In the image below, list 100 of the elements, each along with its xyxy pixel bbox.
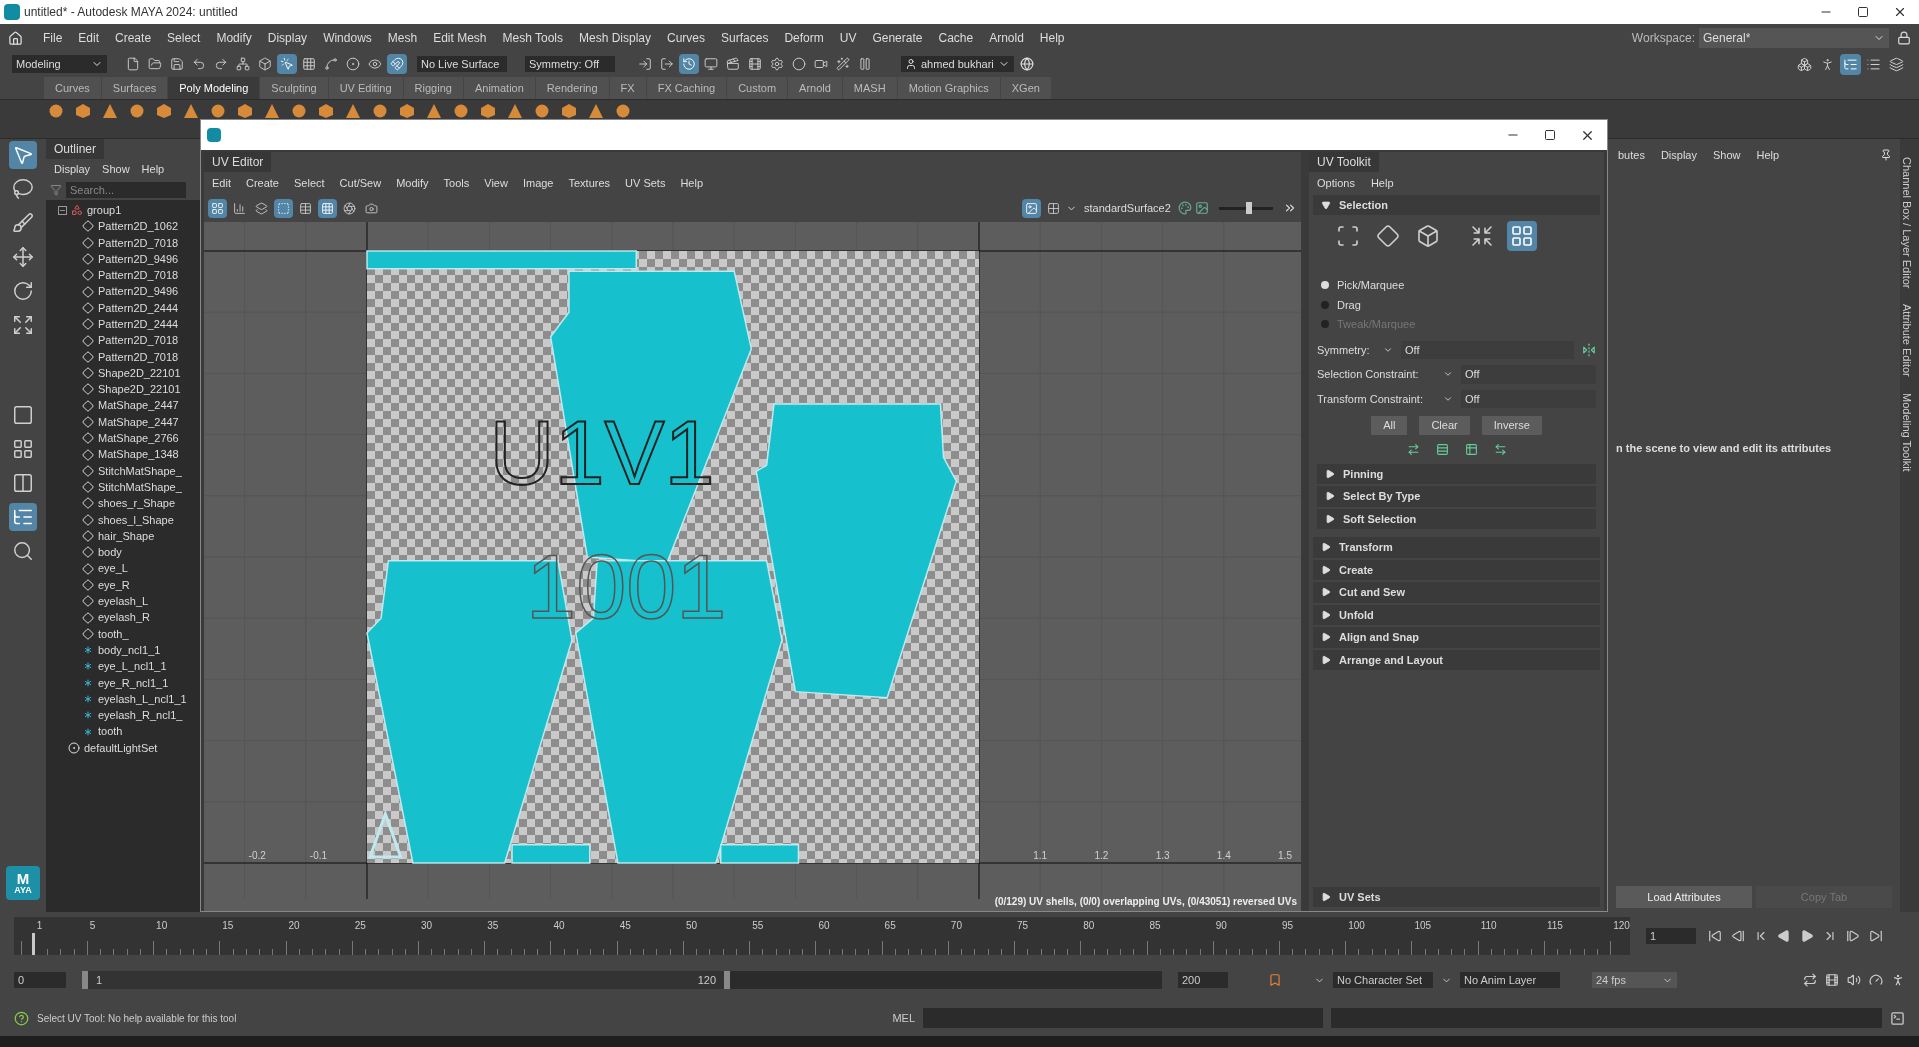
tree-item[interactable]: shoes_r_Shape [98, 495, 176, 512]
menu-item[interactable]: Help [1756, 147, 1780, 164]
menu-item[interactable]: Image [522, 174, 554, 192]
side-tab[interactable]: Modeling Toolkit [1900, 393, 1919, 472]
start-frame-field[interactable]: 0 [14, 971, 66, 989]
tree-item[interactable]: eye_L [98, 560, 128, 577]
menu-item[interactable]: Help [1370, 175, 1394, 192]
character-set-dropdown[interactable]: No Character Set [1333, 971, 1433, 989]
menu-item[interactable]: Mesh [379, 29, 426, 47]
dropdown-field[interactable]: Off [1461, 389, 1596, 408]
shelf-tab[interactable]: Surfaces [101, 76, 168, 99]
shelf-tab[interactable]: Sculpting [260, 76, 328, 99]
shelf-tab[interactable]: Motion Graphics [897, 76, 1000, 99]
shelf-tab[interactable]: Rendering [535, 76, 609, 99]
shelf-tab[interactable]: Custom [727, 76, 788, 99]
menu-item[interactable]: Help [141, 161, 165, 178]
shelf-tab[interactable]: Arnold [788, 76, 842, 99]
section-header[interactable]: Cut and Sew [1313, 582, 1600, 603]
section-header[interactable]: Soft Selection [1317, 508, 1596, 529]
menu-item[interactable]: Help [680, 174, 704, 192]
tree-item[interactable]: eyelash_L [98, 593, 149, 610]
menu-item[interactable]: Mesh Display [571, 29, 660, 47]
menu-item[interactable]: butes [1618, 147, 1645, 164]
tree-item[interactable]: MatShape_2447 [98, 413, 179, 431]
shelf-tab[interactable]: Animation [463, 76, 535, 99]
tree-item[interactable]: body_ncl1_1 [98, 641, 161, 659]
menu-item[interactable]: UV Sets [625, 174, 666, 192]
menu-item[interactable]: Generate [864, 29, 931, 47]
shelf-tab[interactable]: UV Editing [328, 76, 403, 99]
tree-item[interactable]: defaultLightSet [84, 739, 158, 757]
panel-tab[interactable]: UV Toolkit [1309, 152, 1379, 172]
tree-item[interactable]: eye_R [98, 576, 130, 594]
tree-item[interactable]: Pattern2D_7018 [98, 332, 179, 349]
panel-button[interactable]: Load Attributes [1616, 885, 1752, 908]
side-tab[interactable]: Channel Box / Layer Editor [1900, 157, 1919, 289]
tree-item[interactable]: StitchMatShape_ [98, 478, 182, 496]
section-header[interactable]: Selection [1313, 194, 1600, 215]
menu-item[interactable]: Modify [208, 29, 260, 47]
menu-item[interactable]: UV [831, 29, 865, 47]
shelf-tab[interactable]: MASH [842, 76, 897, 99]
section-header[interactable]: Create [1313, 559, 1600, 580]
tree-item[interactable]: Pattern2D_9496 [98, 283, 179, 300]
menu-item[interactable]: Mesh Tools [494, 29, 571, 47]
anim-layer-dropdown[interactable]: No Anim Layer [1460, 971, 1560, 989]
tree-item[interactable]: Pattern2D_2444 [98, 316, 179, 333]
menu-item[interactable]: Cache [930, 29, 982, 47]
tree-item[interactable]: Pattern2D_7018 [98, 348, 179, 366]
user-dropdown[interactable]: ahmed bukhari [901, 55, 1014, 73]
section-header[interactable]: UV Sets [1313, 886, 1600, 907]
section-header[interactable]: Select By Type [1317, 486, 1596, 507]
tree-item[interactable]: group1 [87, 201, 122, 219]
search-field[interactable]: Search... [66, 181, 186, 198]
menu-item[interactable]: Select [159, 29, 209, 47]
menu-item[interactable]: Display [1660, 147, 1697, 164]
symmetry-field[interactable]: Symmetry: Off [525, 55, 615, 73]
command-language-label[interactable]: MEL [892, 1009, 915, 1027]
section-header[interactable]: Pinning [1317, 463, 1596, 484]
tree-item[interactable]: MatShape_2447 [98, 397, 179, 414]
tree-item[interactable]: eyelash_R [98, 609, 150, 626]
range-fill[interactable]: 1 120 [82, 971, 730, 989]
side-tab[interactable]: Attribute Editor [1900, 304, 1919, 378]
tree-item[interactable]: eyelash_R_ncl1_ [98, 707, 183, 724]
tree-item[interactable]: eyelash_L_ncl1_1 [98, 690, 187, 708]
menu-item[interactable]: Help [1031, 29, 1073, 47]
tree-item[interactable]: eye_L_ncl1_1 [98, 658, 167, 675]
shelf-tab[interactable]: Poly Modeling [168, 76, 260, 99]
tree-item[interactable]: tooth [98, 723, 123, 740]
menu-item[interactable]: Show [1713, 147, 1741, 164]
range-slider[interactable]: 1 120 [82, 971, 1162, 989]
menu-item[interactable]: View [484, 174, 508, 192]
mode-dropdown[interactable]: Modeling [12, 54, 107, 74]
menu-item[interactable]: Select [294, 174, 325, 192]
shelf-tab[interactable]: Rigging [403, 76, 463, 99]
menu-item[interactable]: Textures [568, 174, 611, 192]
shelf-tab[interactable]: Curves [44, 76, 101, 99]
menu-item[interactable]: Windows [315, 29, 380, 47]
tree-item[interactable]: StitchMatShape_ [98, 462, 182, 480]
menu-item[interactable]: Edit Mesh [425, 29, 495, 47]
menu-item[interactable]: Modify [396, 174, 429, 192]
panel-tab[interactable]: UV Editor [204, 152, 272, 172]
tree-item[interactable]: hair_Shape [98, 527, 155, 545]
fps-dropdown[interactable]: 24 fps [1592, 971, 1677, 989]
select-button[interactable]: All [1371, 416, 1408, 435]
tree-item[interactable]: Shape2D_22101 [98, 364, 181, 382]
section-header[interactable]: Align and Snap [1313, 627, 1600, 648]
menu-item[interactable]: Cut/Sew [339, 174, 382, 192]
dropdown-field[interactable]: Off [1401, 340, 1574, 359]
section-header[interactable]: Unfold [1313, 604, 1600, 625]
live-surface-field[interactable]: No Live Surface [417, 55, 507, 73]
menu-item[interactable]: Curves [659, 29, 714, 47]
dropdown-field[interactable]: Off [1461, 365, 1596, 384]
end-frame-field[interactable]: 200 [1178, 971, 1228, 989]
menu-item[interactable]: Arnold [981, 29, 1032, 47]
menu-item[interactable]: Display [259, 29, 316, 47]
tree-item[interactable]: shoes_l_Shape [98, 511, 174, 529]
current-frame-field[interactable]: 1 [1646, 927, 1696, 945]
menu-item[interactable]: Create [107, 29, 160, 47]
time-slider[interactable]: 1 5 10 15 20 25 30 35 40 45 50 55 60 65 70 75 80 85 90 95 100 105 110 115 120 [14, 917, 1630, 955]
tree-item[interactable]: tooth_ [98, 625, 129, 643]
menu-item[interactable]: Surfaces [713, 29, 777, 47]
